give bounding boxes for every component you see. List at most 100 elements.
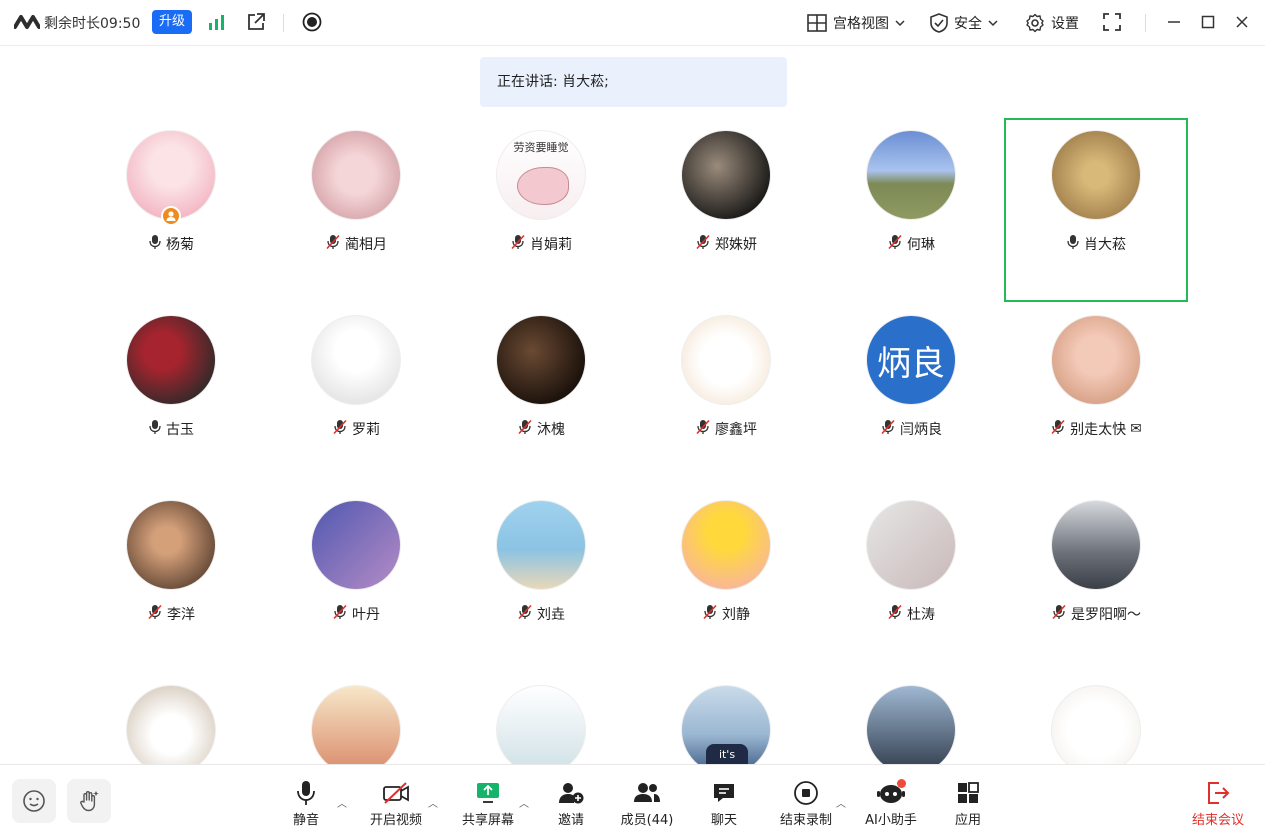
- chat-icon: [709, 779, 739, 807]
- upgrade-button[interactable]: 升级: [152, 10, 192, 34]
- add-user-icon: [556, 779, 586, 807]
- mic-muted-icon: [695, 419, 711, 439]
- signal-icon[interactable]: [206, 11, 228, 33]
- emoji-reaction-button[interactable]: [12, 779, 56, 823]
- mic-muted-icon: [695, 234, 711, 254]
- participant-avatar[interactable]: [1051, 315, 1141, 405]
- apps-grid-icon: [953, 779, 983, 807]
- chevron-down-icon: [895, 20, 905, 27]
- speaking-banner: 正在讲话: 肖大菘;: [480, 57, 787, 107]
- chat-button[interactable]: 聊天: [689, 779, 759, 829]
- mic-muted-icon: [887, 234, 903, 254]
- participant-avatar[interactable]: [126, 685, 216, 775]
- avatar-initials: 炳良: [877, 343, 945, 384]
- participant-avatar[interactable]: [681, 500, 771, 590]
- participant-avatar[interactable]: [681, 130, 771, 220]
- mic-muted-icon: [517, 419, 533, 439]
- share-screen-icon: [473, 779, 503, 807]
- participant-avatar[interactable]: [311, 685, 401, 775]
- participant-avatar[interactable]: [311, 500, 401, 590]
- members-button[interactable]: 成员(44): [612, 779, 682, 829]
- minimize-icon[interactable]: [1163, 11, 1185, 33]
- exit-icon: [1203, 779, 1233, 807]
- audio-options-chevron-icon[interactable]: ︿: [337, 795, 347, 810]
- mic-muted-icon: [702, 604, 718, 624]
- remaining-time: 剩余时长09:50: [44, 16, 141, 32]
- record-options-chevron-icon[interactable]: ︿: [836, 795, 846, 810]
- notification-dot: [897, 779, 906, 788]
- security-button[interactable]: 安全: [930, 10, 998, 36]
- participant-avatar[interactable]: [126, 500, 216, 590]
- invite-button[interactable]: 邀请: [536, 779, 606, 829]
- microphone-icon: [148, 419, 162, 439]
- apps-button[interactable]: 应用: [933, 779, 1003, 829]
- app-logo-icon: [14, 15, 40, 29]
- end-meeting-label: 结束会议: [1191, 813, 1244, 828]
- participant-avatar[interactable]: [311, 130, 401, 220]
- avatar-illustration: [517, 167, 569, 205]
- participant-avatar[interactable]: [1051, 500, 1141, 590]
- mic-muted-icon: [510, 234, 526, 254]
- record-status-icon[interactable]: [301, 11, 323, 33]
- mic-muted-icon: [1051, 604, 1067, 624]
- participant-avatar[interactable]: 炳良: [866, 315, 956, 405]
- participant-name: 郑姝妍: [695, 234, 757, 254]
- participant-name: 蔺相月: [325, 234, 387, 254]
- close-icon[interactable]: [1231, 11, 1253, 33]
- participant-name: 刘垚: [517, 604, 565, 624]
- settings-button[interactable]: 设置: [1025, 10, 1079, 36]
- participant-avatar[interactable]: [126, 315, 216, 405]
- host-badge-icon: [161, 206, 181, 226]
- stop-record-icon: [791, 779, 821, 807]
- share-screen-button[interactable]: 共享屏幕: [453, 779, 523, 829]
- grid-view-icon: [807, 14, 827, 32]
- chat-label: 聊天: [710, 813, 737, 828]
- active-speaker-frame: [1004, 118, 1188, 302]
- participant-avatar[interactable]: it's: [681, 685, 771, 775]
- security-label: 安全: [954, 16, 982, 32]
- share-out-icon[interactable]: [245, 11, 267, 33]
- participant-avatar[interactable]: [866, 500, 956, 590]
- fullscreen-icon[interactable]: [1101, 11, 1123, 33]
- participant-name: 肖娟莉: [510, 234, 572, 254]
- participant-avatar[interactable]: [1051, 685, 1141, 775]
- participant-avatar[interactable]: 劳资要睡觉: [496, 130, 586, 220]
- grid-view-button[interactable]: 宫格视图: [807, 10, 905, 36]
- stop-recording-button[interactable]: 结束录制: [771, 779, 841, 829]
- start-video-button[interactable]: 开启视频: [361, 779, 431, 829]
- video-options-chevron-icon[interactable]: ︿: [428, 795, 438, 810]
- ai-assistant-icon: [876, 779, 906, 807]
- mute-button[interactable]: 静音: [271, 779, 341, 829]
- participant-avatar[interactable]: [866, 685, 956, 775]
- participant-name: 杨菊: [148, 234, 194, 254]
- envelope-icon: ✉: [1130, 421, 1142, 437]
- stop-recording-label: 结束录制: [779, 813, 832, 828]
- title-bar: 剩余时长09:50 升级 宫格视图 安全 设置: [0, 0, 1265, 46]
- members-label: 成员(44): [620, 813, 674, 828]
- hand-icon: [80, 791, 99, 812]
- mic-muted-icon: [880, 419, 896, 439]
- participant-avatar[interactable]: [681, 315, 771, 405]
- participant-name: 别走太快 ✉: [1050, 419, 1142, 439]
- participant-avatar[interactable]: [496, 315, 586, 405]
- participant-avatar[interactable]: [866, 130, 956, 220]
- video-off-icon: [381, 779, 411, 807]
- participant-name: 古玉: [148, 419, 194, 439]
- participant-avatar[interactable]: [496, 500, 586, 590]
- mic-muted-icon: [332, 419, 348, 439]
- smiley-icon: [23, 790, 45, 812]
- participant-avatar[interactable]: [311, 315, 401, 405]
- raise-hand-button[interactable]: [67, 779, 111, 823]
- participant-name: 廖鑫坪: [695, 419, 757, 439]
- mic-muted-icon: [517, 604, 533, 624]
- share-options-chevron-icon[interactable]: ︿: [519, 795, 529, 810]
- participant-avatar[interactable]: [496, 685, 586, 775]
- end-meeting-button[interactable]: 结束会议: [1183, 779, 1253, 829]
- maximize-icon[interactable]: [1197, 11, 1219, 33]
- ai-assistant-button[interactable]: AI小助手: [856, 779, 926, 829]
- mic-muted-icon: [332, 604, 348, 624]
- chevron-down-icon: [988, 20, 998, 27]
- participant-name: 罗莉: [332, 419, 380, 439]
- divider: [1145, 14, 1146, 32]
- mic-muted-icon: [887, 604, 903, 624]
